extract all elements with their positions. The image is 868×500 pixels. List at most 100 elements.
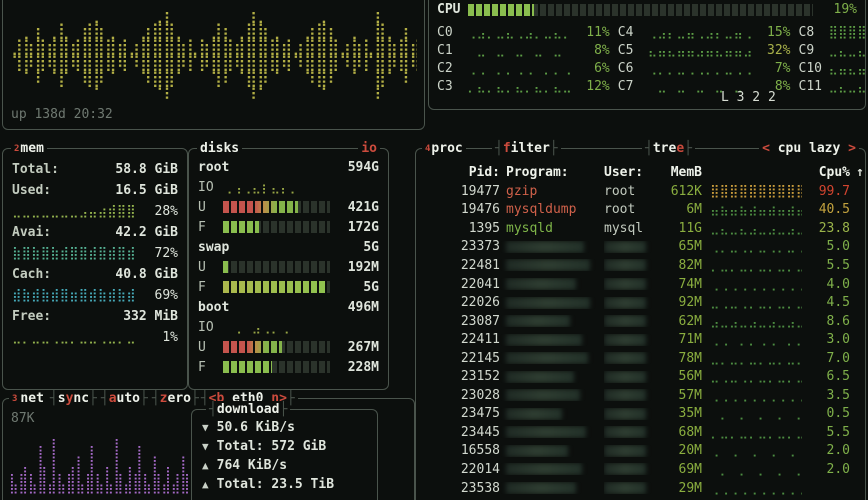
process-row[interactable]: 2204174M⢀⢀⢀⢀⢀⢀⢀⢀⢀⢀4.0 [422,275,859,294]
scroll-up-indicator[interactable]: ↑ [850,165,864,180]
header-pid[interactable]: Pid: [422,165,500,180]
disks-title-label: disks [200,141,239,156]
core-label: C4 [618,25,648,40]
process-hotkey: 4 [425,144,430,154]
net-toggle-zero[interactable]: ┤zero├ [152,391,199,406]
redacted-user [604,408,646,420]
redacted-program [506,389,580,401]
cpu-core-c10: C10⣄⣤⣄⣤⣤⣠⣤⣠⣤⣄⣤22% [799,59,868,77]
disk-meter [223,361,330,373]
net-toggle-sync[interactable]: ┤sync├ [50,391,97,406]
header-memb[interactable]: MemB [660,165,702,180]
up-arrow-icon: ▲ [202,459,209,472]
disk-used-row: U267M [189,337,388,357]
process-row[interactable]: 19477gziproot612K⣿⣿⣿⣿⣿⣿⣿⣿⣿⣿99.7 [422,182,859,201]
tree-button[interactable]: ┤tree├ [642,140,695,157]
toggle-text: uto [117,391,140,406]
process-name [500,426,604,438]
left-tick: ┤ [645,141,653,156]
sort-selector[interactable]: < cpu lazy > [759,140,859,157]
redacted-program [506,445,568,457]
process-row[interactable]: 1655820M⢀⠀⢀⠀⢀⠀⢀⠀⢀⠀2.0 [422,442,859,461]
io-mode-toggle[interactable]: io [358,140,380,157]
process-cpu-graph: ⣀⡀⣀⡀⣀⡀⣀⡀⣀⡀ [702,352,802,365]
process-user [604,408,660,420]
tree-label: tre [653,141,676,156]
disk-free-value: 5G [335,280,379,295]
process-name [500,278,604,290]
process-cpu-graph: ⣠⣀⣠⣀⣠⣀⣠⣀⣠⣀ [702,315,802,328]
process-row[interactable]: 1395mysqldmysql11G⣀⣄⣀⣄⣠⣀⣠⣀⣠⣀23.8 [422,219,859,238]
disks-box-title[interactable]: disks [197,140,242,157]
redacted-user [604,241,646,253]
mem-entry-graph-row: ⣀⡀⣀⣀⢀⣀⡀⣀⣀⢀⣀⡀⣀⣀⢀1% [3,327,187,348]
process-mem: 65M [660,239,702,254]
process-row[interactable]: 2201469M⠀⡀⠀⡀⠀⡀⠀⡀⠀⡀2.0 [422,460,859,479]
header-cpu[interactable]: Cpu% [802,165,850,180]
process-name [500,334,604,346]
process-mem: 57M [660,388,702,403]
download-panel-title: ┤download├ [206,401,290,418]
process-name [500,371,604,383]
process-pid: 23538 [422,481,500,496]
header-user[interactable]: User: [604,165,660,180]
process-pid: 22411 [422,332,500,347]
process-row[interactable]: 2202692M⣀⢀⣀⢀⡀⣀⡀⣀⡀⣀4.5 [422,293,859,312]
process-row[interactable]: 2248182M⡀⣀⡀⣀⡀⣀⡀⣀⡀⣀5.5 [422,256,859,275]
core-label: C0 [437,25,467,40]
process-cpu-percent: 99.7 [802,184,850,199]
sort-prev-arrow[interactable]: < [762,141,770,156]
redacted-user [604,426,646,438]
process-user [604,482,660,494]
redacted-user [604,259,646,271]
process-row[interactable]: 2347535M⠀⡀⠀⡀⠀⡀⠀⡀⠀⡀0.5 [422,405,859,424]
process-row[interactable]: 2337365M⢀⡀⣀⢀⡀⣀⢀⡀⣀⢀5.0 [422,238,859,257]
core-label: C10 [799,61,829,76]
process-row[interactable]: 2214578M⣀⡀⣀⡀⣀⡀⣀⡀⣀⡀7.0 [422,349,859,368]
mem-entry-row: Used:16.5 GiB [3,180,187,201]
disk-free-tag: F [198,280,218,295]
process-cpu-graph: ⠀⡀⠀⡀⠀⡀⠀⡀⠀⡀ [702,463,802,476]
process-mem: 69M [660,462,702,477]
process-pid: 23087 [422,314,500,329]
toggle-text: ero [168,391,191,406]
core-label: C5 [618,43,648,58]
left-tick: ┤ [209,402,217,417]
process-row[interactable]: 19476mysqldumproot6M⣤⣦⣤⣦⣴⣤⣴⣤⣴⣤40.5 [422,201,859,220]
process-row[interactable]: 2353829M⢀⢀⢀⢀⢀⢀⢀⢀⢀⢀ [422,479,859,498]
disk-name: swap [198,240,229,255]
process-mem: 62M [660,314,702,329]
process-cpu-percent: 23.8 [802,221,850,236]
disk-free-tag: F [198,220,218,235]
disk-size: 594G [348,160,379,175]
process-row[interactable]: 2344568M⡀⣀⡀⣀⡀⣀⡀⣀⡀⣀5.5 [422,423,859,442]
mem-entry-row: Cach:40.8 GiB [3,264,187,285]
core-graph: ⢀⢀⠀⡀⡀⢀⢀⠀⡀⡀⢀ [467,62,572,75]
process-row[interactable]: 2302857M⢀⢀⢀⢀⢀⢀⢀⢀⢀⢀3.5 [422,386,859,405]
process-mem: 35M [660,406,702,421]
process-list: 19477gziproot612K⣿⣿⣿⣿⣿⣿⣿⣿⣿⣿99.719476mysq… [422,182,859,497]
net-toggle-auto[interactable]: ┤auto├ [101,391,148,406]
mem-entry-graph-row: ⣀⣀⣀⣀⣀⣀⣀⣠⣤⣴⣾⣿⣿⣿⣿28% [3,201,187,222]
header-program[interactable]: Program: [500,165,604,180]
memory-box-title[interactable]: 2mem [11,140,47,157]
redacted-program [506,371,574,383]
left-tick: ┤ [50,391,58,406]
disk-free-row: F228M [189,357,388,377]
right-tick: ├ [89,391,97,406]
core-graph: ⠀⣀⠀⣀⠀⣀⠀⣀⠀⣀⠀ [467,44,572,57]
core-label: C8 [799,25,829,40]
process-row[interactable]: 2308762M⣠⣀⣠⣀⣠⣀⣠⣀⣠⣀8.6 [422,312,859,331]
sort-next-arrow[interactable]: > [848,141,856,156]
process-mem: 612K [660,184,702,199]
process-row[interactable]: 2315256M⣀⢀⣀⢀⡀⣀⡀⣀⡀⣀6.5 [422,367,859,386]
process-pid: 16558 [422,443,500,458]
cpu-core-c8: C8⣿⣿⣿⣿⣿⣿⣿⣿⣿⣿⣿82% [799,23,868,41]
process-user [604,389,660,401]
process-cpu-percent: 3.0 [802,332,850,347]
cpu-core-c9: C9⣀⣄⣀⣄⣀⣄⣀⣄⣀⣄⣀16% [799,41,868,59]
process-row[interactable]: 2241171M⢀⢀⠀⡀⡀⢀⢀⠀⡀⡀3.0 [422,330,859,349]
cpu-core-c4: C4⢀⣠⡄⣀⣤⢀⣠⡄⣀⣤⢀15% [618,23,791,41]
filter-button[interactable]: ┤filter├ [492,140,561,157]
disk-size: 5G [363,240,379,255]
